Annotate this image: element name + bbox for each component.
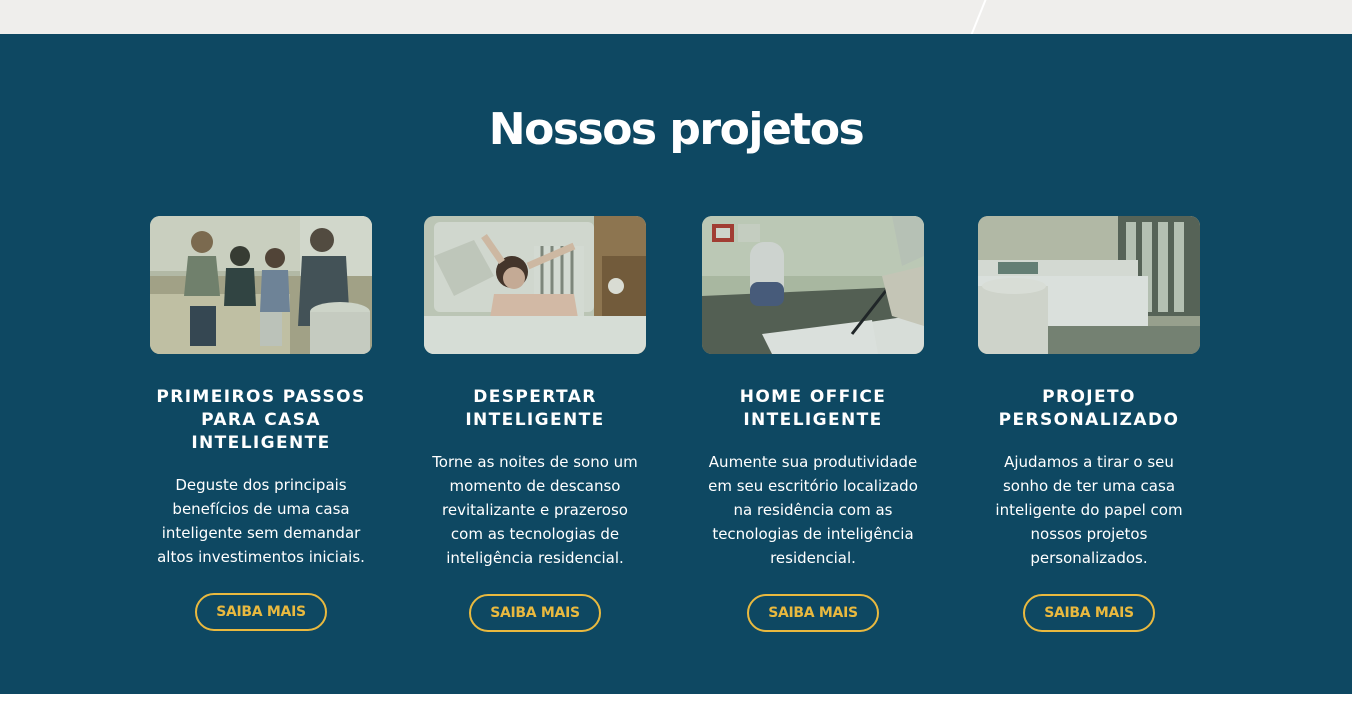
project-title: PRIMEIROS PASSOS PARA CASA INTELIGENTE [156,387,366,453]
project-card-despertar: DESPERTAR INTELIGENTE Torne as noites de… [405,216,665,632]
bottom-strip [0,694,1352,724]
decorative-divider-line [969,0,988,34]
project-description: Torne as noites de sono um momento de de… [432,453,638,567]
project-card-personalizado: PROJETO PERSONALIZADO Ajudamos a tirar o… [959,216,1219,632]
project-description: Aumente sua produtividade em seu escritó… [708,453,918,567]
saiba-mais-button[interactable]: SAIBA MAIS [747,594,879,632]
project-description: Deguste dos principais benefícios de uma… [157,476,365,566]
smart-speaker-desk-photo [702,216,924,354]
top-strip [0,0,1352,34]
projects-section: Nossos projetos PRIMEIROS PASSOS PARA CA… [0,34,1352,694]
saiba-mais-button[interactable]: SAIBA MAIS [469,594,601,632]
project-description: Ajudamos a tirar o seu sonho de ter uma … [995,453,1183,567]
woman-waking-up-photo [424,216,646,354]
section-title: Nossos projetos [488,104,865,155]
project-title: HOME OFFICE INTELIGENTE [739,387,887,430]
smart-bedroom-photo [978,216,1200,354]
project-title: DESPERTAR INTELIGENTE [465,387,605,430]
saiba-mais-button[interactable]: SAIBA MAIS [195,593,327,631]
family-watching-tv-photo [150,216,372,354]
project-card-home-office: HOME OFFICE INTELIGENTE Aumente sua prod… [683,216,943,632]
project-title: PROJETO PERSONALIZADO [998,387,1180,430]
saiba-mais-button[interactable]: SAIBA MAIS [1023,594,1155,632]
project-card-primeiros-passos: PRIMEIROS PASSOS PARA CASA INTELIGENTE D… [131,216,391,631]
